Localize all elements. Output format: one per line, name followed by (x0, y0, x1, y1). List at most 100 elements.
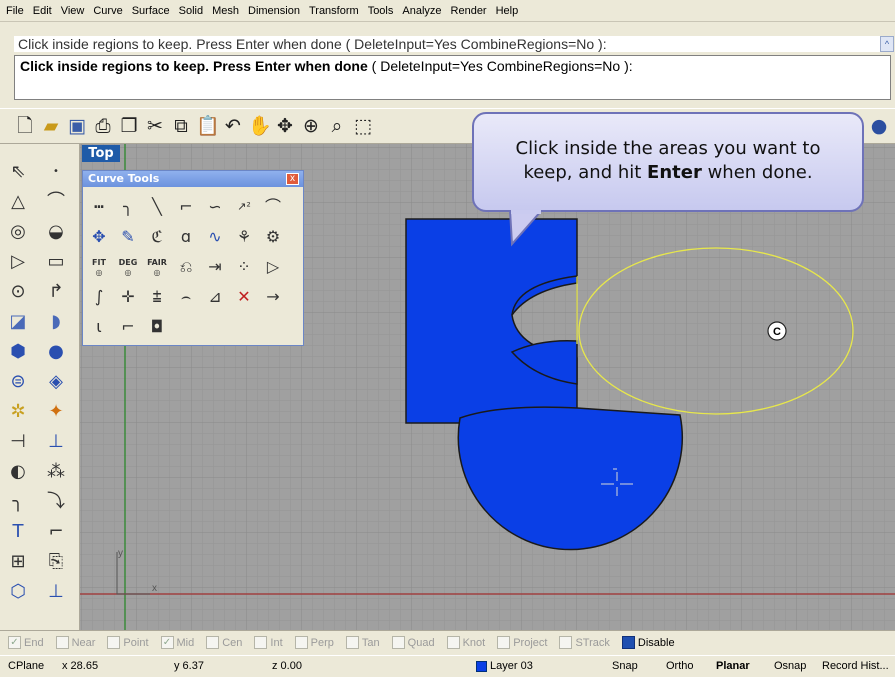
osnap-project[interactable]: Project (497, 636, 547, 649)
zoom-window-icon[interactable]: ⊕ (300, 114, 322, 138)
cut-icon[interactable]: ✂ (144, 114, 166, 138)
osnap-quad[interactable]: Quad (391, 636, 435, 649)
remove-point-icon[interactable]: ✕ (232, 285, 256, 309)
checkbox-icon[interactable] (107, 636, 121, 649)
crv-start-icon[interactable]: ɩ (87, 315, 111, 339)
transform-icon[interactable]: ✲ (6, 400, 30, 424)
boolean-icon[interactable]: ◐ (6, 460, 30, 484)
record-history-toggle[interactable]: Record Hist... (822, 660, 889, 672)
explode-icon[interactable]: ✦ (44, 400, 68, 424)
dimension-icon[interactable]: ⌐ (44, 520, 68, 544)
osnap-point[interactable]: Point (107, 636, 149, 649)
osnap-knot[interactable]: Knot (446, 636, 485, 649)
menu-surface[interactable]: Surface (132, 5, 170, 17)
viewport-title[interactable]: Top (82, 145, 120, 162)
command-options[interactable]: ( DeleteInput=Yes CombineRegions=No ): (372, 58, 633, 74)
checkbox-icon[interactable] (559, 636, 573, 649)
crv-end-icon[interactable]: ⎌ (174, 255, 198, 279)
osnap-strack[interactable]: STrack (559, 636, 610, 649)
curve-cv-icon[interactable]: ⌒ (44, 190, 68, 214)
rectangle-icon[interactable]: ▭ (44, 250, 68, 274)
command-prompt[interactable]: Click inside regions to keep. Press Ente… (14, 55, 891, 100)
render-sphere-icon[interactable]: ● (868, 114, 890, 138)
blend-icon[interactable]: ⌐ (174, 195, 198, 219)
zoom-extents-icon[interactable]: ⬚ (352, 114, 374, 138)
points-on-icon[interactable]: ⁘ (232, 255, 256, 279)
group-icon[interactable]: ⊞ (6, 550, 30, 574)
degree-icon[interactable]: DEG ◎ (116, 255, 140, 279)
osnap-near[interactable]: Near (55, 636, 95, 649)
extend-icon[interactable]: ┅ (87, 195, 111, 219)
checkbox-icon[interactable] (55, 636, 69, 649)
checkbox-checked-icon[interactable]: ✓ (8, 636, 21, 649)
fillet-curves-icon[interactable]: ╮ (116, 195, 140, 219)
osnap-mid[interactable]: ✓ Mid (160, 636, 194, 649)
simplify-icon[interactable]: ∿ (203, 225, 227, 249)
print-icon[interactable]: ⎙ (92, 114, 114, 138)
checkbox-icon[interactable] (446, 636, 460, 649)
box-icon[interactable]: ⬢ (6, 340, 30, 364)
menu-help[interactable]: Help (496, 5, 519, 17)
checkbox-filled-icon[interactable] (621, 636, 635, 649)
checkbox-checked-icon[interactable]: ✓ (160, 636, 174, 649)
offset-icon[interactable]: ⤵ (44, 490, 68, 514)
trim-curve-icon[interactable]: ɑ (174, 225, 198, 249)
edit-points-icon[interactable]: ⩲ (145, 285, 169, 309)
menu-analyze[interactable]: Analyze (402, 5, 441, 17)
menu-solid[interactable]: Solid (179, 5, 203, 17)
project-curve-icon[interactable]: ✎ (116, 225, 140, 249)
curve-join-icon[interactable]: ⌒ (261, 195, 285, 219)
layer-color-swatch[interactable] (476, 661, 487, 672)
chamfer-icon[interactable]: ╲ (145, 195, 169, 219)
checkbox-icon[interactable] (391, 636, 405, 649)
checkbox-icon[interactable] (206, 636, 220, 649)
checkbox-icon[interactable] (254, 636, 268, 649)
ellipse-icon[interactable]: ⊙ (6, 280, 30, 304)
point-icon[interactable]: • (44, 160, 68, 184)
pull-icon[interactable]: ℭ (145, 225, 169, 249)
menu-tools[interactable]: Tools (368, 5, 394, 17)
osnap-toggle[interactable]: Osnap (774, 660, 806, 672)
new-file-icon[interactable]: 🗋 (14, 114, 36, 138)
surface-icon[interactable]: ◪ (6, 310, 30, 334)
osnap-end[interactable]: ✓ End (8, 636, 44, 649)
close-icon[interactable]: x (286, 173, 299, 185)
move-point-icon[interactable]: → (261, 285, 285, 309)
cplane-label[interactable]: CPlane (8, 660, 44, 672)
menu-curve[interactable]: Curve (93, 5, 122, 17)
kink-icon[interactable]: ⌢ (174, 285, 198, 309)
insert-knot-icon[interactable]: ∫ (87, 285, 111, 309)
polyline-icon[interactable]: △ (6, 190, 30, 214)
checkbox-icon[interactable] (497, 636, 511, 649)
menu-mesh[interactable]: Mesh (212, 5, 239, 17)
cylinder-icon[interactable]: ⊜ (6, 370, 30, 394)
save-icon[interactable]: ▣ (66, 114, 88, 138)
history-scroll-up-icon[interactable]: ^ (880, 36, 894, 52)
offset-curve-icon[interactable]: ↗² (232, 195, 256, 219)
planar-toggle[interactable]: Planar (716, 660, 750, 672)
select-arrow-icon[interactable]: ⇖ (6, 160, 30, 184)
template-icon[interactable]: ❐ (118, 114, 140, 138)
checkbox-icon[interactable] (345, 636, 359, 649)
current-layer[interactable]: Layer 03 (490, 660, 533, 672)
snap-toggle[interactable]: Snap (612, 660, 638, 672)
osnap-disable[interactable]: Disable (621, 636, 675, 649)
osnap-perp[interactable]: Perp (294, 636, 334, 649)
menu-dimension[interactable]: Dimension (248, 5, 300, 17)
layout-icon[interactable]: ⎘ (44, 550, 68, 574)
menu-file[interactable]: File (6, 5, 24, 17)
split-icon[interactable]: ⊣ (6, 430, 30, 454)
sphere-icon[interactable]: ● (44, 340, 68, 364)
trim-icon[interactable]: ⊥ (44, 430, 68, 454)
osnap-tan[interactable]: Tan (345, 636, 380, 649)
arc-icon[interactable]: ◒ (44, 220, 68, 244)
undo-icon[interactable]: ↶ (222, 114, 244, 138)
menu-transform[interactable]: Transform (309, 5, 359, 17)
crv-shape-icon[interactable]: ◘ (145, 315, 169, 339)
circle-icon[interactable]: ◎ (6, 220, 30, 244)
crv-corner-icon[interactable]: ⌐ (116, 315, 140, 339)
curve-tools-icon[interactable]: ↱ (44, 280, 68, 304)
split-curve-icon[interactable]: ✥ (87, 225, 111, 249)
close-crv-icon[interactable]: ▷ (261, 255, 285, 279)
seam-icon[interactable]: ⇥ (203, 255, 227, 279)
